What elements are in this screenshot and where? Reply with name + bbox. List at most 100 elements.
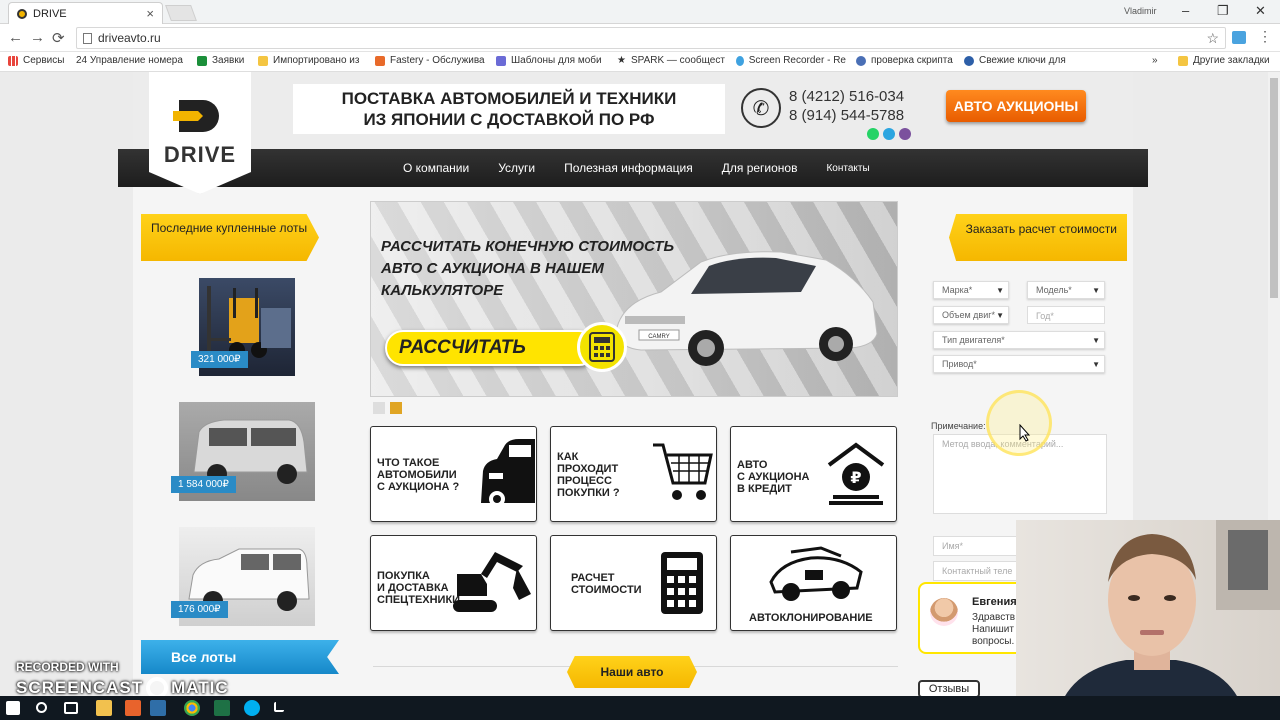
- viber-icon[interactable]: [899, 128, 911, 140]
- engine-type-select[interactable]: Тип двигателя* ▼: [933, 331, 1105, 349]
- nav-item-services[interactable]: Услуги: [498, 161, 535, 175]
- tile-cost-calc[interactable]: РАСЧЕТ СТОИМОСТИ: [550, 535, 717, 631]
- folder-icon: [1178, 55, 1188, 66]
- lot-price: 321 000₽: [191, 351, 248, 368]
- tile-special-machinery[interactable]: ПОКУПКА И ДОСТАВКА СПЕЦТЕХНИКИ: [370, 535, 537, 631]
- bookmark-item[interactable]: проверка скрипта: [856, 55, 956, 66]
- avatar: [930, 598, 958, 626]
- search-icon[interactable]: [36, 702, 47, 713]
- whatsapp-icon[interactable]: [867, 128, 879, 140]
- car-image: CAMRY: [615, 251, 878, 366]
- bookmarks-bar: Сервисы 24 Управление номера Заявки Импо…: [0, 52, 1280, 72]
- recent-lots-heading: Последние купленные лоты: [141, 214, 319, 261]
- bookmark-item[interactable]: Импортировано из: [258, 55, 363, 66]
- forward-icon[interactable]: →: [30, 29, 45, 46]
- lot-card[interactable]: 176 000₽: [171, 527, 315, 626]
- app-icon[interactable]: [125, 700, 141, 716]
- chevron-down-icon: ▼: [1092, 336, 1100, 345]
- task-view-icon[interactable]: [64, 702, 78, 714]
- tile-label: АВТОКЛОНИРОВАНИЕ: [749, 612, 873, 624]
- url-input[interactable]: driveavto.ru ☆: [76, 27, 1226, 49]
- tab-close-icon[interactable]: ×: [146, 6, 154, 21]
- slider-dot[interactable]: [373, 402, 385, 414]
- watermark-line1: RECORDED WITH: [16, 660, 119, 674]
- note-label: Примечание:: [931, 421, 986, 431]
- auto-auctions-button[interactable]: АВТО АУКЦИОНЫ: [946, 90, 1086, 122]
- profile-name[interactable]: Vladimir: [1124, 6, 1157, 16]
- scrollbar-thumb[interactable]: [1270, 78, 1278, 298]
- tile-purchase-process[interactable]: КАК ПРОХОДИТ ПРОЦЕСС ПОКУПКИ ?: [550, 426, 717, 522]
- page-info-icon[interactable]: [83, 32, 92, 44]
- file-explorer-icon[interactable]: [96, 700, 112, 716]
- close-window-icon[interactable]: ✕: [1255, 3, 1266, 19]
- car-parts-icon: [769, 546, 863, 601]
- sheet-icon: [197, 55, 207, 66]
- calculator-banner[interactable]: РАССЧИТАТЬ КОНЕЧНУЮ СТОИМОСТЬ АВТО С АУК…: [370, 201, 898, 397]
- engine-volume-select[interactable]: Объем двиг* ▼: [933, 306, 1009, 324]
- bookmark-label: SPARK — сообщест: [630, 55, 725, 66]
- bookmark-item[interactable]: ★ SPARK — сообщест: [617, 55, 725, 66]
- bookmark-apps[interactable]: Сервисы: [8, 55, 68, 66]
- excel-icon[interactable]: [214, 700, 230, 716]
- bookmark-label: Сервисы: [23, 55, 65, 66]
- chat-line: вопросы.: [972, 636, 1015, 647]
- tile-auction-cars[interactable]: ЧТО ТАКОЕ АВТОМОБИЛИ С АУКЦИОНА ?: [370, 426, 537, 522]
- phone-number-2[interactable]: 8 (914) 544-5788: [789, 107, 904, 124]
- url-text: driveavto.ru: [98, 31, 161, 45]
- new-tab-button[interactable]: [165, 5, 197, 21]
- extension-icon[interactable]: [1232, 31, 1246, 44]
- chrome-icon[interactable]: [184, 700, 200, 716]
- nav-item-about[interactable]: О компании: [403, 161, 469, 175]
- other-bookmarks[interactable]: Другие закладки: [1178, 55, 1270, 66]
- screencast-watermark: RECORDED WITH SCREENCAST MATIC: [16, 660, 229, 699]
- reviews-button[interactable]: Отзывы: [918, 680, 980, 696]
- bookmark-label: Заявки: [212, 55, 245, 66]
- lot-card[interactable]: 1 584 000₽: [171, 402, 315, 501]
- bookmark-item[interactable]: Свежие ключи для: [964, 55, 1072, 66]
- nav-item-regions[interactable]: Для регионов: [722, 161, 798, 175]
- reload-icon[interactable]: ⟳: [52, 29, 65, 47]
- chat-line: Здравств: [972, 612, 1016, 623]
- brand-select[interactable]: Марка* ▼: [933, 281, 1009, 299]
- select-value: Модель*: [1036, 285, 1072, 295]
- bookmarks-more-icon[interactable]: »: [1152, 55, 1158, 66]
- bookmark-item[interactable]: Screen Recorder - Re: [736, 55, 846, 66]
- terminal-icon[interactable]: [274, 702, 284, 712]
- app-icon[interactable]: [150, 700, 166, 716]
- year-input[interactable]: Год*: [1027, 306, 1105, 324]
- tile-credit[interactable]: АВТО С АУКЦИОНА В КРЕДИТ ₽: [730, 426, 897, 522]
- mouse-cursor-icon: [1019, 424, 1031, 442]
- windows-start-icon[interactable]: [6, 701, 20, 715]
- menu-icon[interactable]: ⋮: [1258, 28, 1272, 45]
- bookmark-item[interactable]: 24 Управление номера: [76, 55, 186, 66]
- phone-number-1[interactable]: 8 (4212) 516-034: [789, 88, 904, 105]
- watermark-text: SCREENCAST: [16, 678, 144, 697]
- template-icon: [496, 55, 506, 66]
- bookmark-star-icon[interactable]: ☆: [1206, 30, 1219, 47]
- logo[interactable]: DRIVE: [149, 72, 251, 194]
- restore-icon[interactable]: ❐: [1217, 3, 1229, 19]
- slider-dot-active[interactable]: [390, 402, 402, 414]
- nav-item-contacts[interactable]: Контакты: [826, 163, 869, 174]
- webcam-overlay: [1016, 520, 1280, 720]
- minimize-icon[interactable]: –: [1182, 3, 1189, 18]
- recorder-icon: [736, 55, 744, 66]
- back-icon[interactable]: ←: [8, 29, 23, 46]
- bookmark-item[interactable]: Fastery - Обслужива: [375, 55, 485, 66]
- tile-auto-cloning[interactable]: АВТОКЛОНИРОВАНИЕ: [730, 535, 897, 631]
- skype-icon[interactable]: [244, 700, 260, 716]
- model-select[interactable]: Модель* ▼: [1027, 281, 1105, 299]
- bookmark-item[interactable]: Шаблоны для моби: [496, 55, 606, 66]
- main-nav: О компании Услуги Полезная информация Дл…: [118, 149, 1148, 187]
- bookmark-item[interactable]: Заявки: [197, 55, 252, 66]
- drive-favicon-icon: [17, 8, 27, 19]
- chevron-down-icon: ▼: [1092, 360, 1100, 369]
- nav-item-useful-info[interactable]: Полезная информация: [564, 161, 693, 175]
- lot-card[interactable]: 321 000₽: [191, 278, 295, 376]
- chevron-down-icon: ▼: [996, 286, 1004, 295]
- tab-title: DRIVE: [33, 7, 67, 20]
- telegram-icon[interactable]: [883, 128, 895, 140]
- browser-tab[interactable]: DRIVE ×: [8, 2, 163, 24]
- calculate-button[interactable]: РАССЧИТАТЬ: [385, 330, 597, 366]
- drive-select[interactable]: Привод* ▼: [933, 355, 1105, 373]
